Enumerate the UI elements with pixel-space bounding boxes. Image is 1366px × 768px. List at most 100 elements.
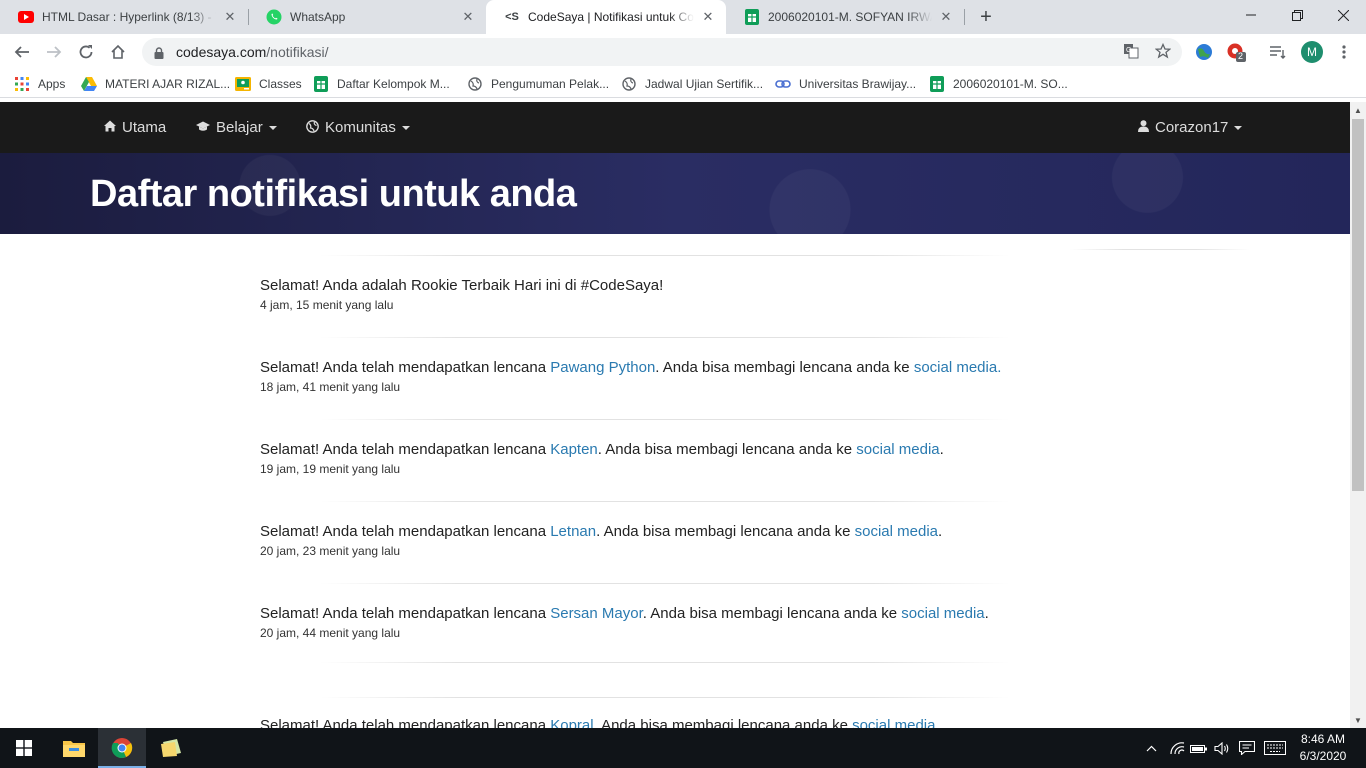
svg-text:G: G bbox=[1126, 47, 1131, 54]
google-drive-icon bbox=[81, 76, 97, 92]
page-scrollbar[interactable]: ▲ ▼ bbox=[1350, 102, 1366, 728]
home-icon bbox=[104, 120, 116, 135]
minimize-icon[interactable] bbox=[1228, 0, 1274, 30]
notification-text: . Anda bisa membagi lencana anda ke bbox=[597, 441, 857, 458]
nav-user-dropdown[interactable]: Corazon17 bbox=[1138, 102, 1243, 153]
divider bbox=[320, 697, 1010, 698]
notification-text: . Anda bisa membagi lencana anda ke bbox=[655, 359, 914, 376]
new-tab-button[interactable]: + bbox=[974, 5, 998, 29]
sticky-notes-icon[interactable] bbox=[148, 728, 196, 768]
file-explorer-icon[interactable] bbox=[50, 728, 98, 768]
social-media-link[interactable]: social media bbox=[914, 359, 997, 376]
bookmark-universitas-brawijaya[interactable]: Universitas Brawijay... bbox=[775, 75, 916, 93]
notification-item: Selamat! Anda telah mendapatkan lencana … bbox=[260, 359, 1020, 394]
back-arrow-icon[interactable] bbox=[8, 38, 36, 66]
profile-avatar[interactable]: M bbox=[1301, 41, 1323, 63]
notification-text: . Anda bisa membagi lencana anda ke bbox=[593, 717, 853, 728]
graduation-cap-icon bbox=[196, 121, 210, 135]
social-media-link[interactable]: social media bbox=[852, 717, 935, 728]
divider bbox=[320, 419, 1010, 420]
notification-time: 18 jam, 41 menit yang lalu bbox=[260, 380, 401, 394]
tab-title: CodeSaya | Notifikasi untuk Corazon17 bbox=[528, 10, 694, 24]
clock-date: 6/3/2020 bbox=[1299, 749, 1347, 763]
notification-message: Selamat! Anda telah mendapatkan lencana … bbox=[260, 359, 1020, 376]
bookmark-classes[interactable]: Classes bbox=[235, 75, 302, 93]
scroll-up-arrow-icon[interactable]: ▲ bbox=[1350, 102, 1366, 118]
close-icon[interactable]: ✕ bbox=[700, 9, 716, 25]
bookmark-pengumuman[interactable]: Pengumuman Pelak... bbox=[467, 75, 609, 93]
show-hidden-icons-chevron-icon[interactable] bbox=[1142, 728, 1160, 768]
codesaya-icon: <S bbox=[505, 11, 519, 23]
divider bbox=[1070, 249, 1250, 250]
notification-item: Selamat! Anda telah mendapatkan lencana … bbox=[260, 605, 1020, 640]
clock-time: 8:46 AM bbox=[1300, 732, 1346, 746]
notification-message: Selamat! Anda telah mendapatkan lencana … bbox=[260, 441, 1020, 458]
bookmark-daftar-kelompok[interactable]: Daftar Kelompok M... bbox=[313, 75, 450, 93]
restore-icon[interactable] bbox=[1274, 0, 1320, 30]
notification-item: Selamat! Anda telah mendapatkan lencana … bbox=[260, 717, 1020, 728]
divider bbox=[320, 662, 1010, 663]
caret-down-icon bbox=[268, 125, 277, 130]
chrome-icon[interactable] bbox=[98, 728, 146, 768]
reload-icon[interactable] bbox=[72, 38, 100, 66]
battery-icon[interactable] bbox=[1189, 728, 1209, 768]
bookmark-jadwal-ujian[interactable]: Jadwal Ujian Sertifik... bbox=[621, 75, 763, 93]
whatsapp-icon bbox=[266, 9, 282, 25]
tab-youtube[interactable]: HTML Dasar : Hyperlink (8/13) - YouTube … bbox=[0, 0, 248, 34]
badge-link[interactable]: Letnan bbox=[550, 523, 596, 540]
nav-community-dropdown[interactable]: Komunitas bbox=[306, 102, 410, 153]
social-media-link[interactable]: social media bbox=[901, 605, 984, 622]
badge-link[interactable]: Pawang Python bbox=[550, 359, 655, 376]
volume-icon[interactable] bbox=[1212, 728, 1232, 768]
tab-codesaya[interactable]: <S CodeSaya | Notifikasi untuk Corazon17… bbox=[486, 0, 726, 34]
divider bbox=[320, 501, 1010, 502]
bookmarks-bar: Apps MATERI AJAR RIZAL... Classes Daftar… bbox=[0, 70, 1366, 98]
globe-icon bbox=[467, 76, 483, 92]
kebab-menu-icon[interactable] bbox=[1334, 42, 1354, 62]
bookmark-label: MATERI AJAR RIZAL... bbox=[105, 77, 231, 91]
windows-start-icon[interactable] bbox=[0, 728, 48, 768]
bookmark-label: Apps bbox=[38, 77, 66, 91]
window-close-icon[interactable] bbox=[1320, 0, 1366, 30]
bookmark-apps[interactable]: Apps bbox=[14, 75, 65, 93]
address-bar[interactable]: codesaya.com/notifikasi/ bbox=[142, 38, 1182, 66]
social-media-link[interactable]: social media bbox=[856, 441, 939, 458]
tab-whatsapp[interactable]: WhatsApp ✕ bbox=[248, 0, 486, 34]
link-icon bbox=[775, 76, 791, 92]
apps-grid-icon bbox=[14, 76, 30, 92]
nav-community-label: Komunitas bbox=[325, 119, 396, 136]
translate-icon[interactable]: G bbox=[1122, 42, 1140, 60]
social-media-link[interactable]: social media bbox=[855, 523, 938, 540]
extension-globe-icon[interactable] bbox=[1194, 42, 1214, 62]
nav-home[interactable]: Utama bbox=[104, 102, 166, 153]
forward-arrow-icon[interactable] bbox=[40, 38, 68, 66]
reading-list-icon[interactable] bbox=[1268, 42, 1288, 62]
tab-title: 2006020101-M. SOFYAN IRWANTO bbox=[768, 10, 932, 24]
divider bbox=[320, 583, 1010, 584]
badge-link[interactable]: Kopral bbox=[550, 717, 593, 728]
user-icon bbox=[1138, 120, 1149, 135]
badge-link[interactable]: Sersan Mayor bbox=[550, 605, 643, 622]
divider bbox=[320, 255, 1010, 256]
extension-badge-icon[interactable]: 2 bbox=[1226, 42, 1246, 62]
keyboard-icon[interactable] bbox=[1263, 728, 1287, 768]
system-clock[interactable]: 8:46 AM 6/3/2020 bbox=[1290, 731, 1356, 765]
badge-link[interactable]: Kapten bbox=[550, 441, 598, 458]
nav-learn-dropdown[interactable]: Belajar bbox=[196, 102, 277, 153]
close-icon[interactable]: ✕ bbox=[460, 9, 476, 25]
home-icon[interactable] bbox=[104, 38, 132, 66]
scroll-down-arrow-icon[interactable]: ▼ bbox=[1350, 712, 1366, 728]
bookmark-star-icon[interactable] bbox=[1154, 42, 1172, 60]
url-path: /notifikasi/ bbox=[266, 44, 329, 60]
wifi-icon[interactable] bbox=[1167, 728, 1187, 768]
close-icon[interactable]: ✕ bbox=[938, 9, 954, 25]
notification-text: Selamat! Anda telah mendapatkan lencana bbox=[260, 717, 551, 728]
notification-time: 4 jam, 15 menit yang lalu bbox=[260, 298, 394, 312]
scrollbar-thumb[interactable] bbox=[1352, 119, 1364, 491]
bookmark-materi-ajar[interactable]: MATERI AJAR RIZAL... bbox=[81, 75, 230, 93]
page-title: Daftar notifikasi untuk anda bbox=[90, 173, 577, 215]
close-icon[interactable]: ✕ bbox=[222, 9, 238, 25]
tab-google-sheets[interactable]: 2006020101-M. SOFYAN IRWANTO ✕ bbox=[726, 0, 964, 34]
bookmark-sofyan-sheet[interactable]: 2006020101-M. SO... bbox=[929, 75, 1068, 93]
notifications-icon[interactable] bbox=[1237, 728, 1257, 768]
